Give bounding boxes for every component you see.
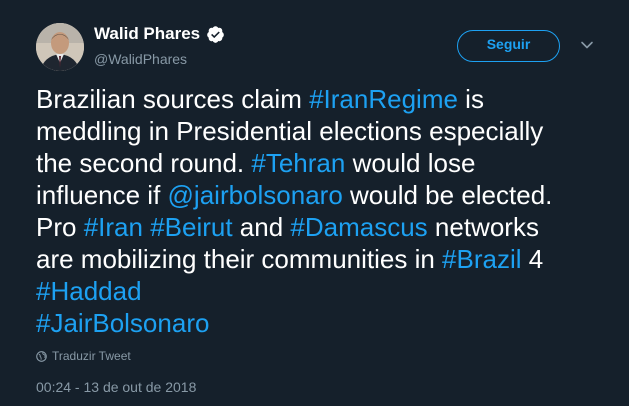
avatar-image [36, 23, 84, 71]
globe-icon [36, 350, 47, 362]
hashtag-link[interactable]: #Damascus [290, 212, 427, 242]
tweet-line: are mobilizing their communities in #Bra… [36, 243, 606, 275]
hashtag-link[interactable]: #Tehran [251, 148, 345, 178]
hashtag-link[interactable]: #Haddad [36, 276, 142, 306]
hashtag-link[interactable]: #JairBolsonaro [36, 308, 209, 338]
tweet-line: the second round. #Tehran would lose [36, 147, 606, 179]
verified-badge-icon [207, 25, 224, 43]
tweet-text-segment: meddling in Presidential elections espec… [36, 116, 544, 146]
tweet-text-segment: 4 [521, 244, 544, 274]
tweet-text-segment: is [457, 84, 484, 114]
mention-link[interactable]: @jairbolsonaro [168, 180, 343, 210]
tweet-line: Brazilian sources claim #IranRegime is [36, 83, 606, 115]
tweet-text-segment: influence if [36, 180, 168, 210]
tweet-text-segment: networks [427, 212, 539, 242]
chevron-down-icon[interactable] [580, 38, 594, 52]
avatar[interactable] [36, 23, 84, 71]
tweet-line: meddling in Presidential elections espec… [36, 115, 606, 147]
tweet-text-segment: would lose [345, 148, 476, 178]
author-name-text[interactable]: Walid Phares [94, 24, 200, 44]
tweet-text-segment: Pro [36, 212, 84, 242]
tweet-text-segment: the second round. [36, 148, 252, 178]
tweet-line: #JairBolsonaro [36, 307, 606, 339]
author-handle[interactable]: @WalidPhares [94, 51, 187, 67]
tweet-line: #Haddad [36, 275, 606, 307]
author-name[interactable]: Walid Phares [94, 24, 225, 44]
tweet-line: influence if @jairbolsonaro would be ele… [36, 179, 606, 211]
hashtag-link[interactable]: #IranRegime [309, 84, 458, 114]
tweet-text: Brazilian sources claim #IranRegime is me… [36, 83, 606, 339]
hashtag-link[interactable]: #Beirut [150, 212, 232, 242]
hashtag-link[interactable]: #Brazil [442, 244, 521, 274]
tweet-line: Pro #Iran #Beirut and #Damascus networks [36, 211, 606, 243]
tweet-text-segment: would be elected. [342, 180, 553, 210]
tweet-text-segment: are mobilizing their communities in [36, 244, 443, 274]
tweet-text-segment: and [232, 212, 291, 242]
tweet-timestamp[interactable]: 00:24 - 13 de out de 2018 [36, 379, 196, 395]
translate-tweet-link[interactable]: Traduzir Tweet [36, 349, 131, 363]
translate-tweet-label[interactable]: Traduzir Tweet [52, 349, 131, 363]
tweet-text-segment: Brazilian sources claim [36, 84, 310, 114]
hashtag-link[interactable]: #Iran [84, 212, 143, 242]
follow-button[interactable]: Seguir [457, 30, 560, 62]
